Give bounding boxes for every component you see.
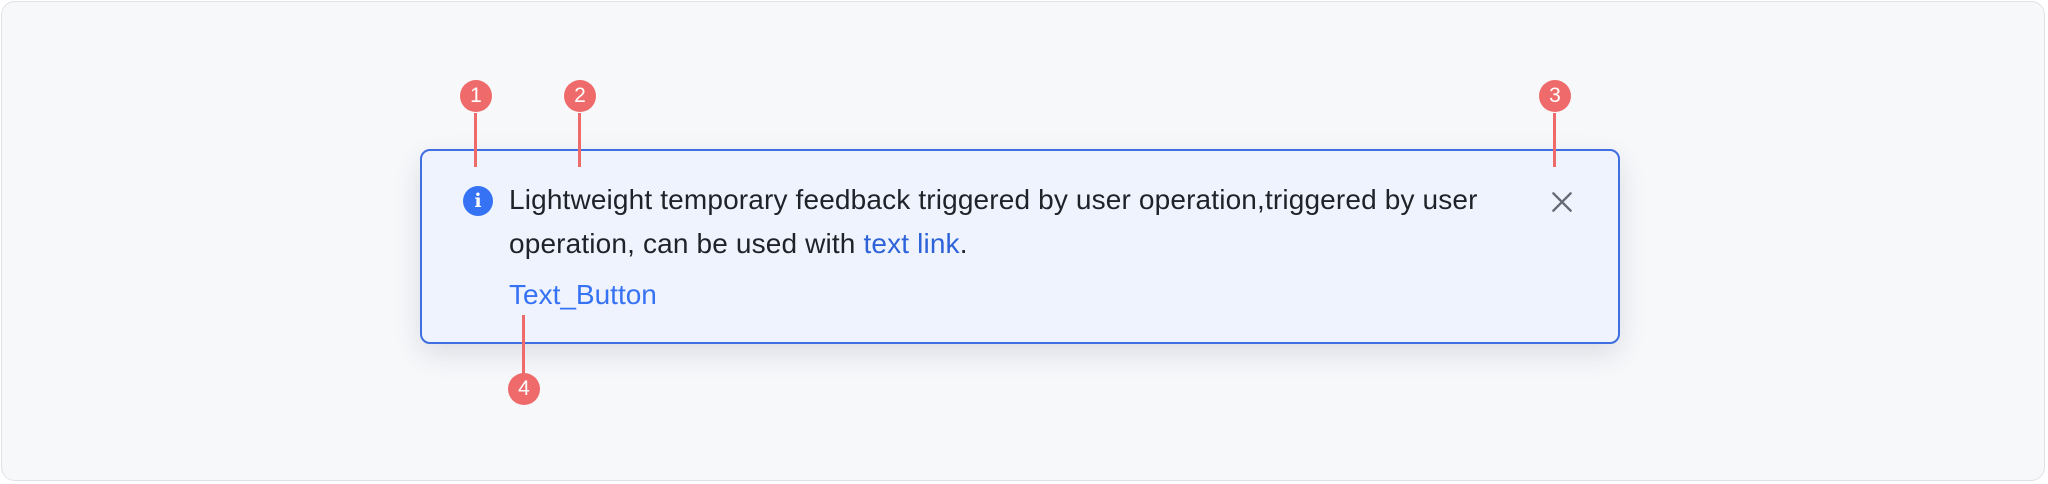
- callout-badge-2: 2: [564, 80, 596, 112]
- callout-line-1: [474, 113, 477, 167]
- message-suffix: .: [959, 228, 968, 259]
- notification-banner: i Lightweight temporary feedback trigger…: [420, 149, 1620, 344]
- close-button[interactable]: [1539, 179, 1585, 225]
- info-icon: i: [463, 186, 493, 216]
- callout-badge-3: 3: [1539, 80, 1571, 112]
- callout-line-4: [522, 315, 525, 375]
- notification-message: Lightweight temporary feedback triggered…: [509, 178, 1509, 266]
- callout-badge-1: 1: [460, 80, 492, 112]
- callout-line-3: [1553, 113, 1556, 167]
- text-link[interactable]: text link: [863, 228, 959, 259]
- close-icon: [1552, 192, 1572, 212]
- callout-line-2: [578, 113, 581, 167]
- callout-badge-4: 4: [508, 373, 540, 405]
- message-text: Lightweight temporary feedback triggered…: [509, 184, 1478, 259]
- text-button[interactable]: Text_Button: [509, 275, 657, 315]
